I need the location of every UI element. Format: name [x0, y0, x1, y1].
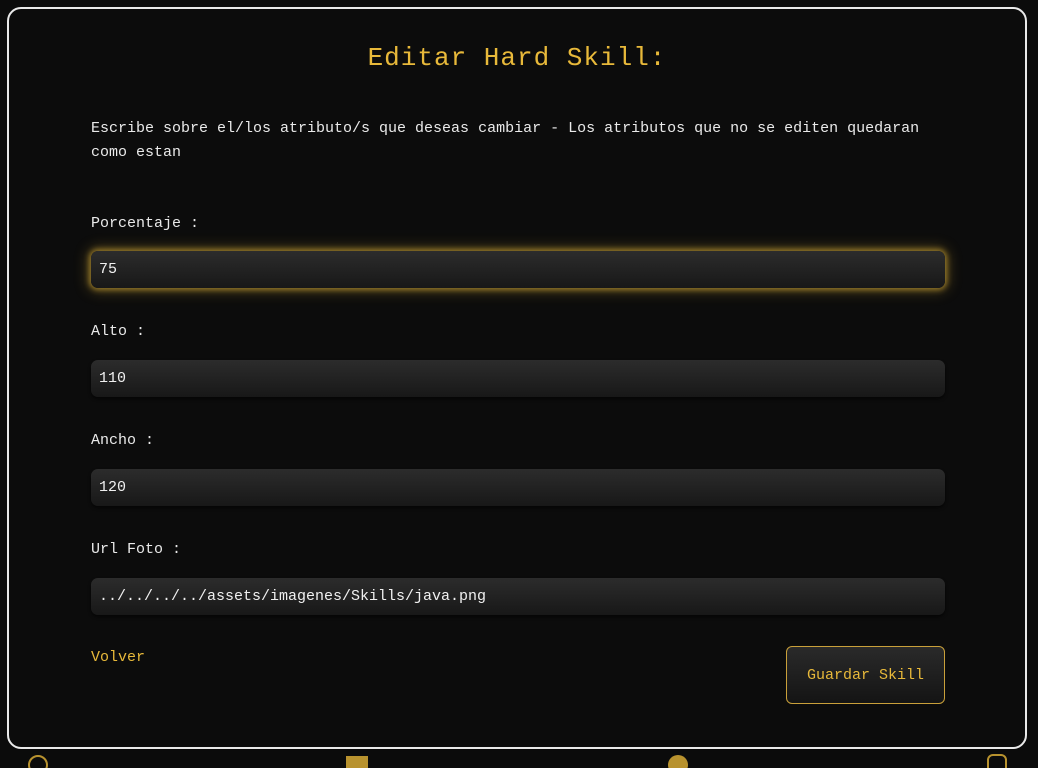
percentage-label: Porcentaje :: [91, 215, 200, 232]
width-input[interactable]: [91, 469, 945, 506]
photo-url-input[interactable]: [91, 578, 945, 615]
rounded-square-icon: [987, 754, 1007, 768]
square-icon: [346, 756, 368, 768]
save-skill-button[interactable]: Guardar Skill: [786, 646, 945, 704]
form-description: Escribe sobre el/los atributo/s que dese…: [91, 120, 920, 161]
photo-url-label: Url Foto :: [91, 541, 182, 558]
dot-icon: [668, 755, 688, 768]
height-label: Alto :: [91, 323, 146, 340]
edit-skill-modal: Editar Hard Skill: Escribe sobre el/los …: [7, 7, 1027, 749]
percentage-input[interactable]: [91, 251, 945, 288]
height-input[interactable]: [91, 360, 945, 397]
form-title: Editar Hard Skill:: [367, 43, 667, 73]
width-label: Ancho :: [91, 432, 155, 449]
circle-icon: [28, 755, 48, 768]
back-link[interactable]: Volver: [91, 649, 145, 666]
